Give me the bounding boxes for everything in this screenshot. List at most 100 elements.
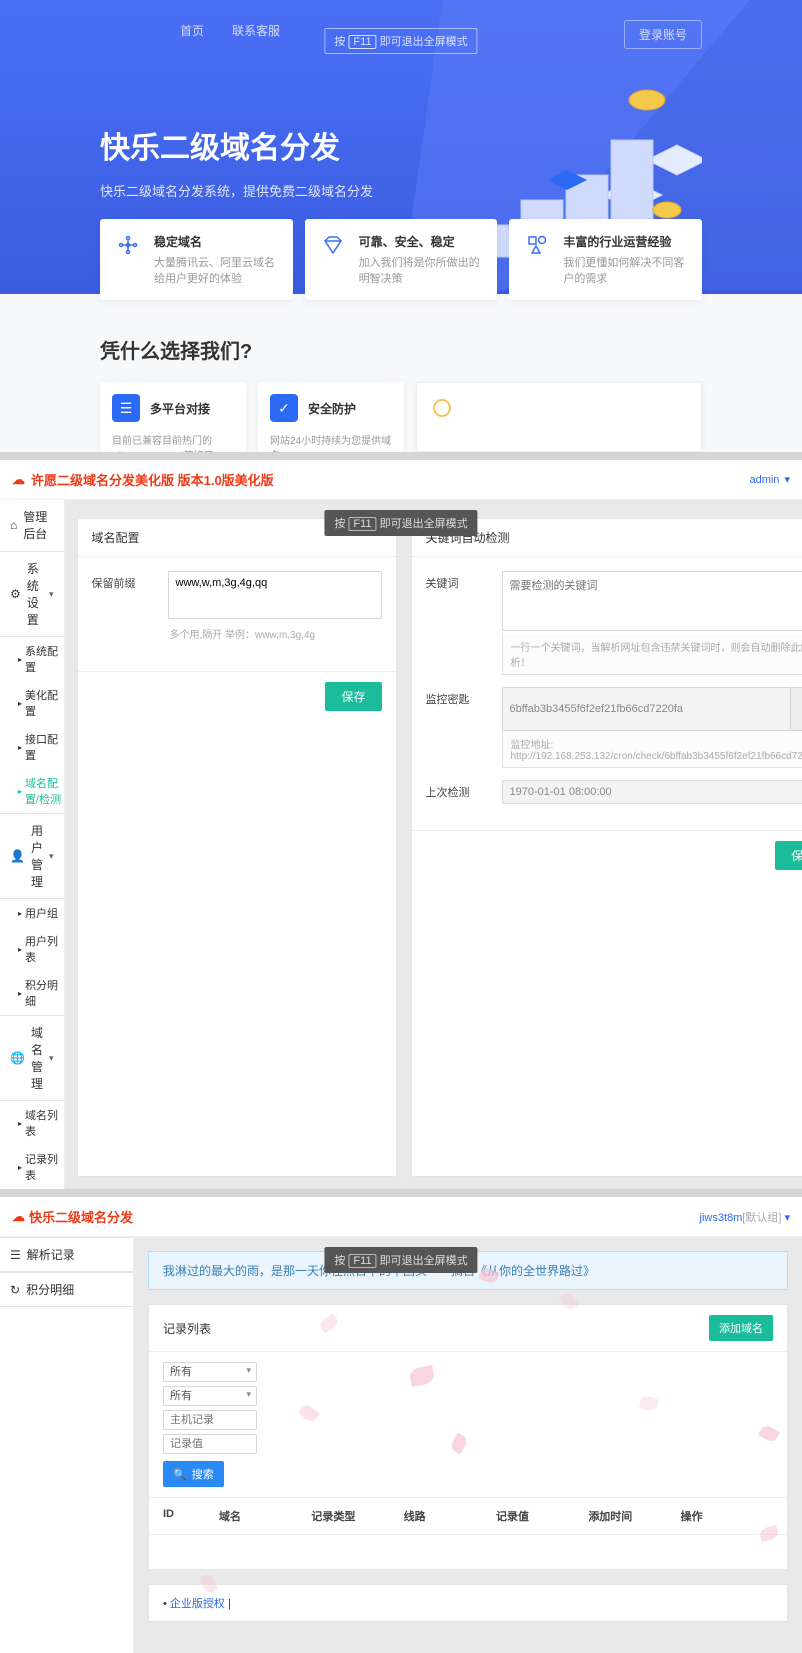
caret-down-icon: ▾ — [781, 474, 790, 486]
table-body-empty — [149, 1535, 787, 1569]
feature-title: 丰富的行业运营经验 — [563, 233, 686, 250]
feature-title: 可靠、安全、稳定 — [359, 233, 482, 250]
stack-icon: ☰ — [112, 394, 140, 422]
shield-icon: ✓ — [270, 394, 298, 422]
platform-row: ☰多平台对接 目前已兼容目前热门的Aliyun、Dnspod等接口 ✓安全防护 … — [100, 382, 702, 452]
sidebar-sub[interactable]: ▸接口配置 — [0, 725, 64, 769]
empty-card — [416, 382, 702, 452]
caret-right-icon: ▸ — [18, 655, 22, 664]
grid-icon — [116, 233, 140, 286]
feature-desc: 加入我们将是你所做出的明智决策 — [359, 254, 482, 286]
admin-topbar: ☁ 许愿二级域名分发美化版 版本1.0版美化版 admin ▾ — [0, 460, 802, 500]
admin-section-1: ☁ 许愿二级域名分发美化版 版本1.0版美化版 admin ▾ 按F11即可退出… — [0, 460, 802, 1189]
ring-icon — [433, 399, 451, 417]
sidebar-sub[interactable]: ▸积分明细 — [0, 971, 64, 1015]
col-type: 记录类型 — [311, 1508, 403, 1524]
nav-contact[interactable]: 联系客服 — [232, 22, 280, 39]
sidebar-sub[interactable]: ▸用户列表 — [0, 927, 64, 971]
platform-card: ☰多平台对接 目前已兼容目前热门的Aliyun、Dnspod等接口 — [100, 382, 246, 452]
admin2-content: 我淋过的最大的雨，是那一天你在烈日下的不回头——摘自《从你的全世界路过》 记录列… — [134, 1237, 802, 1653]
diamond-icon — [321, 233, 345, 286]
search-button[interactable]: 🔍搜索 — [163, 1461, 224, 1487]
col-ops: 操作 — [681, 1508, 773, 1524]
table-header: ID 域名 记录类型 线路 记录值 添加时间 操作 — [149, 1497, 787, 1535]
search-icon: 🔍 — [173, 1468, 187, 1481]
admin-sidebar: ⌂管理后台 ⚙系统设置▾ ▸系统配置 ▸美化配置 ▸接口配置 ▸域名配置/检测 … — [0, 500, 65, 1189]
user-icon: 👤 — [10, 849, 25, 863]
monitor-url-hint: 监控地址:http://192.168.253.132/cron/check/6… — [502, 731, 802, 768]
swap-button[interactable]: 更换 — [791, 687, 802, 731]
form-label: 保留前缀 — [92, 571, 156, 591]
col-value: 记录值 — [496, 1508, 588, 1524]
col-id: ID — [163, 1508, 219, 1524]
feature-card: 稳定域名大量腾讯云、阿里云域名给用户更好的体验 — [100, 219, 293, 300]
sidebar-sub[interactable]: ▸用户组 — [0, 899, 64, 927]
user-dropdown[interactable]: jiws3t8m[默认组] ▾ — [700, 1209, 791, 1225]
platform-card: ✓安全防护 网站24小时持续为您提供域名 — [258, 382, 404, 452]
records-panel: 记录列表 添加域名 所有▾ 所有▾ 🔍搜索 ID 域名 记录类型 线路 记录值 … — [148, 1304, 788, 1570]
filter-select1[interactable]: 所有 — [163, 1362, 257, 1382]
form-label: 关键词 — [426, 571, 490, 591]
secret-input — [502, 687, 792, 731]
fullscreen-hint: 按F11即可退出全屏模式 — [324, 28, 477, 54]
form-hint: 多个用,隔开 举例：www,m,3g,4g — [168, 622, 382, 645]
form-label: 监控密匙 — [426, 687, 490, 707]
filter-select2[interactable]: 所有 — [163, 1386, 257, 1406]
sidebar-sub[interactable]: ▸记录列表 — [0, 1145, 64, 1189]
col-time: 添加时间 — [588, 1508, 680, 1524]
feature-desc: 大量腾讯云、阿里云域名给用户更好的体验 — [154, 254, 277, 286]
fullscreen-hint: 按F11即可退出全屏模式 — [324, 1247, 477, 1273]
login-button[interactable]: 登录账号 — [624, 20, 702, 49]
keyword-textarea[interactable] — [502, 571, 802, 631]
prefix-textarea[interactable]: www,w,m,3g,4g,qq — [168, 571, 382, 619]
shapes-icon — [525, 233, 549, 286]
fullscreen-hint: 按F11即可退出全屏模式 — [324, 510, 477, 536]
sidebub-sub[interactable]: ▸美化配置 — [0, 681, 64, 725]
sidebar-system[interactable]: ⚙系统设置▾ — [0, 551, 64, 637]
landing-section: 首页 联系客服 登录账号 按F11即可退出全屏模式 快乐二级域名分发 快乐二级域… — [0, 0, 802, 452]
col-line: 线路 — [404, 1508, 496, 1524]
sidebar-points[interactable]: ↻积分明细 — [0, 1272, 133, 1307]
feature-title: 稳定域名 — [154, 233, 277, 250]
sidebar-users[interactable]: 👤用户管理▾ — [0, 813, 64, 899]
form-label: 上次检测 — [426, 780, 490, 800]
home-icon: ⌂ — [10, 518, 17, 532]
sidebar-sub[interactable]: ▸域名列表 — [0, 1101, 64, 1145]
globe-icon: 🌐 — [10, 1051, 25, 1065]
footer-links: • 企业版授权 | — [148, 1584, 788, 1622]
footer-link[interactable]: 企业版授权 — [170, 1598, 225, 1610]
refresh-icon: ↻ — [10, 1283, 20, 1297]
lastcheck-input — [502, 780, 802, 804]
nav-home[interactable]: 首页 — [180, 22, 204, 39]
save-button[interactable]: 保存 — [325, 682, 381, 711]
chevron-down-icon: ▾ — [49, 589, 54, 600]
record-input[interactable] — [163, 1434, 257, 1454]
sidebar-dashboard[interactable]: ⌂管理后台 — [0, 500, 64, 551]
feature-desc: 我们更懂如何解决不同客户的需求 — [563, 254, 686, 286]
caret-down-icon: ▾ — [781, 1212, 790, 1224]
why-title: 凭什么选择我们? — [100, 335, 252, 364]
brand: ☁ 快乐二级域名分发 — [12, 1207, 133, 1226]
sidebar-domain[interactable]: 🌐域名管理▾ — [0, 1015, 64, 1101]
save-button[interactable]: 保存 — [775, 841, 802, 870]
admin2-sidebar: ☰解析记录 ↻积分明细 — [0, 1237, 134, 1653]
panel-keyword-check: 关键词自动检测 关键词 一行一个关键词，当解析网址包含违禁关键词时，则会自动删除… — [411, 518, 802, 1177]
cloud-icon: ☁ — [12, 472, 25, 488]
cloud-icon: ☁ — [12, 1209, 25, 1225]
add-domain-button[interactable]: 添加域名 — [709, 1315, 773, 1341]
panel-domain-config: 域名配置 保留前缀 www,w,m,3g,4g,qq 多个用,隔开 举例：www… — [77, 518, 397, 1177]
feature-card: 丰富的行业运营经验我们更懂如何解决不同客户的需求 — [509, 219, 702, 300]
gear-icon: ⚙ — [10, 587, 21, 601]
sidebar-sub-active[interactable]: ▸域名配置/检测 — [0, 769, 64, 813]
panel-title: 记录列表 — [163, 1320, 211, 1337]
admin-section-2: ☁ 快乐二级域名分发 jiws3t8m[默认组] ▾ 按F11即可退出全屏模式 … — [0, 1197, 802, 1653]
admin2-topbar: ☁ 快乐二级域名分发 jiws3t8m[默认组] ▾ — [0, 1197, 802, 1237]
sidebar-sub[interactable]: ▸系统配置 — [0, 637, 64, 681]
filter-bar: 所有▾ 所有▾ 🔍搜索 — [149, 1352, 787, 1497]
host-input[interactable] — [163, 1410, 257, 1430]
user-dropdown[interactable]: admin ▾ — [749, 473, 790, 486]
feature-card: 可靠、安全、稳定加入我们将是你所做出的明智决策 — [305, 219, 498, 300]
form-hint: 一行一个关键词，当解析网址包含违禁关键词时，则会自动删除此解析！ — [502, 634, 802, 675]
sidebar-records[interactable]: ☰解析记录 — [0, 1237, 133, 1272]
brand: ☁ 许愿二级域名分发美化版 版本1.0版美化版 — [12, 470, 274, 489]
